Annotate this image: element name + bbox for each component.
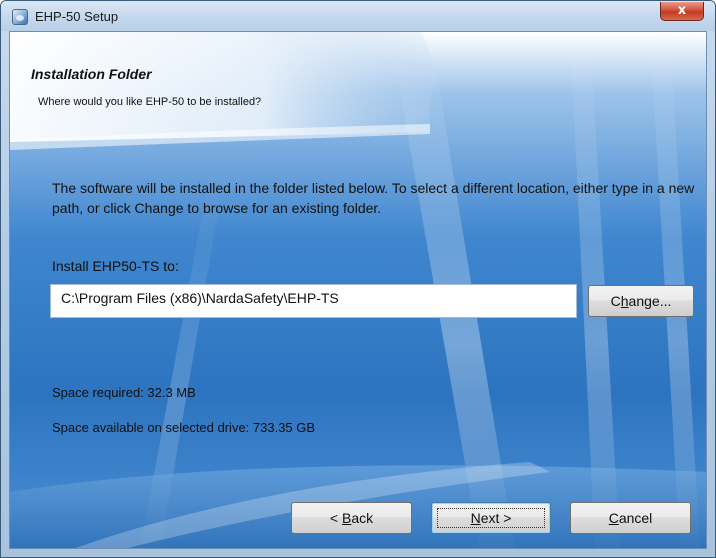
change-button-label-start: C bbox=[610, 293, 621, 309]
window-title: EHP-50 Setup bbox=[35, 9, 119, 24]
title-bar[interactable]: EHP-50 Setup x bbox=[1, 1, 715, 31]
back-button-label-start: < bbox=[329, 510, 342, 526]
next-button-mnemonic: N bbox=[470, 510, 481, 526]
cancel-button[interactable]: Cancel bbox=[570, 502, 691, 534]
page-subtitle: Where would you like EHP-50 to be instal… bbox=[38, 96, 262, 108]
close-button[interactable]: x bbox=[660, 2, 704, 21]
install-path-input[interactable]: C:\Program Files (x86)\NardaSafety\EHP-T… bbox=[50, 284, 577, 318]
setup-window: EHP-50 Setup x Installation Folder Where… bbox=[0, 0, 716, 558]
setup-icon bbox=[12, 9, 28, 25]
cancel-button-label-end: ancel bbox=[618, 510, 653, 526]
page-title: Installation Folder bbox=[31, 66, 152, 82]
close-icon: x bbox=[677, 3, 687, 18]
cancel-button-mnemonic: C bbox=[608, 510, 619, 526]
back-button-label-end: ack bbox=[351, 510, 374, 526]
next-button[interactable]: Next > bbox=[431, 502, 551, 534]
back-button[interactable]: < Back bbox=[291, 502, 412, 534]
change-button[interactable]: Change... bbox=[588, 285, 694, 317]
space-required-text: Space required: 32.3 MB bbox=[52, 385, 196, 400]
next-button-focus: Next > bbox=[432, 503, 550, 533]
back-button-mnemonic: B bbox=[341, 510, 352, 526]
next-button-label-end: ext > bbox=[480, 510, 512, 526]
description-text: The software will be installed in the fo… bbox=[52, 180, 695, 216]
change-button-label-end: ange... bbox=[628, 293, 672, 309]
change-button-mnemonic: h bbox=[620, 293, 629, 309]
space-available-text: Space available on selected drive: 733.3… bbox=[52, 420, 316, 435]
install-path-label: Install EHP50-TS to: bbox=[52, 258, 179, 274]
